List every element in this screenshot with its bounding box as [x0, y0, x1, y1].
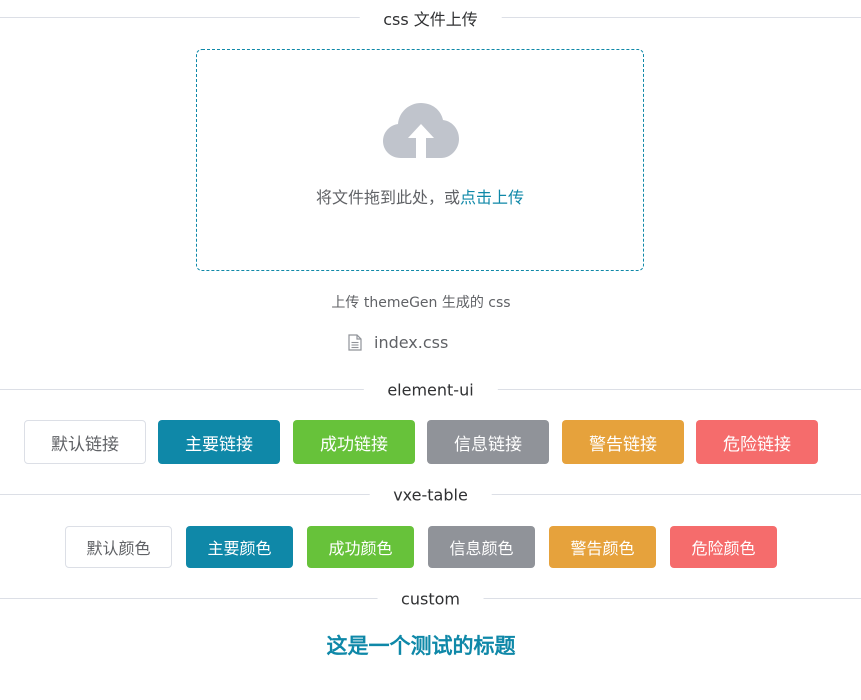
vxe-warning-button[interactable]: 警告颜色 [549, 526, 656, 568]
vxe-success-button[interactable]: 成功颜色 [307, 526, 414, 568]
uploaded-file-item[interactable]: index.css [348, 331, 448, 353]
upload-section-title: css 文件上传 [359, 5, 502, 30]
file-name: index.css [374, 332, 449, 352]
vxe-default-button[interactable]: 默认颜色 [65, 526, 172, 568]
element-ui-divider: element-ui [0, 380, 861, 399]
element-info-button[interactable]: 信息链接 [427, 420, 549, 464]
upload-divider: css 文件上传 [0, 5, 861, 30]
document-icon [348, 333, 362, 351]
element-ui-section-title: element-ui [363, 380, 498, 399]
cloud-upload-icon [383, 103, 459, 158]
element-danger-button[interactable]: 危险链接 [696, 420, 818, 464]
element-success-button[interactable]: 成功链接 [293, 420, 415, 464]
vxe-primary-button[interactable]: 主要颜色 [186, 526, 293, 568]
vxe-info-button[interactable]: 信息颜色 [428, 526, 535, 568]
upload-tip: 上传 themeGen 生成的 css [331, 295, 511, 311]
upload-drag-text: 将文件拖到此处，或 [315, 188, 460, 207]
upload-instruction: 将文件拖到此处，或点击上传 [197, 184, 643, 208]
element-primary-button[interactable]: 主要链接 [158, 420, 280, 464]
upload-drop-zone[interactable]: 将文件拖到此处，或点击上传 [196, 49, 644, 271]
vxe-table-divider: vxe-table [0, 485, 861, 504]
element-default-button[interactable]: 默认链接 [24, 420, 146, 464]
upload-click-link[interactable]: 点击上传 [460, 188, 524, 207]
custom-heading: 这是一个测试的标题 [326, 634, 516, 658]
vxe-table-section-title: vxe-table [369, 485, 492, 504]
custom-section-title: custom [377, 589, 484, 608]
element-warning-button[interactable]: 警告链接 [562, 420, 684, 464]
custom-divider: custom [0, 589, 861, 608]
vxe-danger-button[interactable]: 危险颜色 [670, 526, 777, 568]
